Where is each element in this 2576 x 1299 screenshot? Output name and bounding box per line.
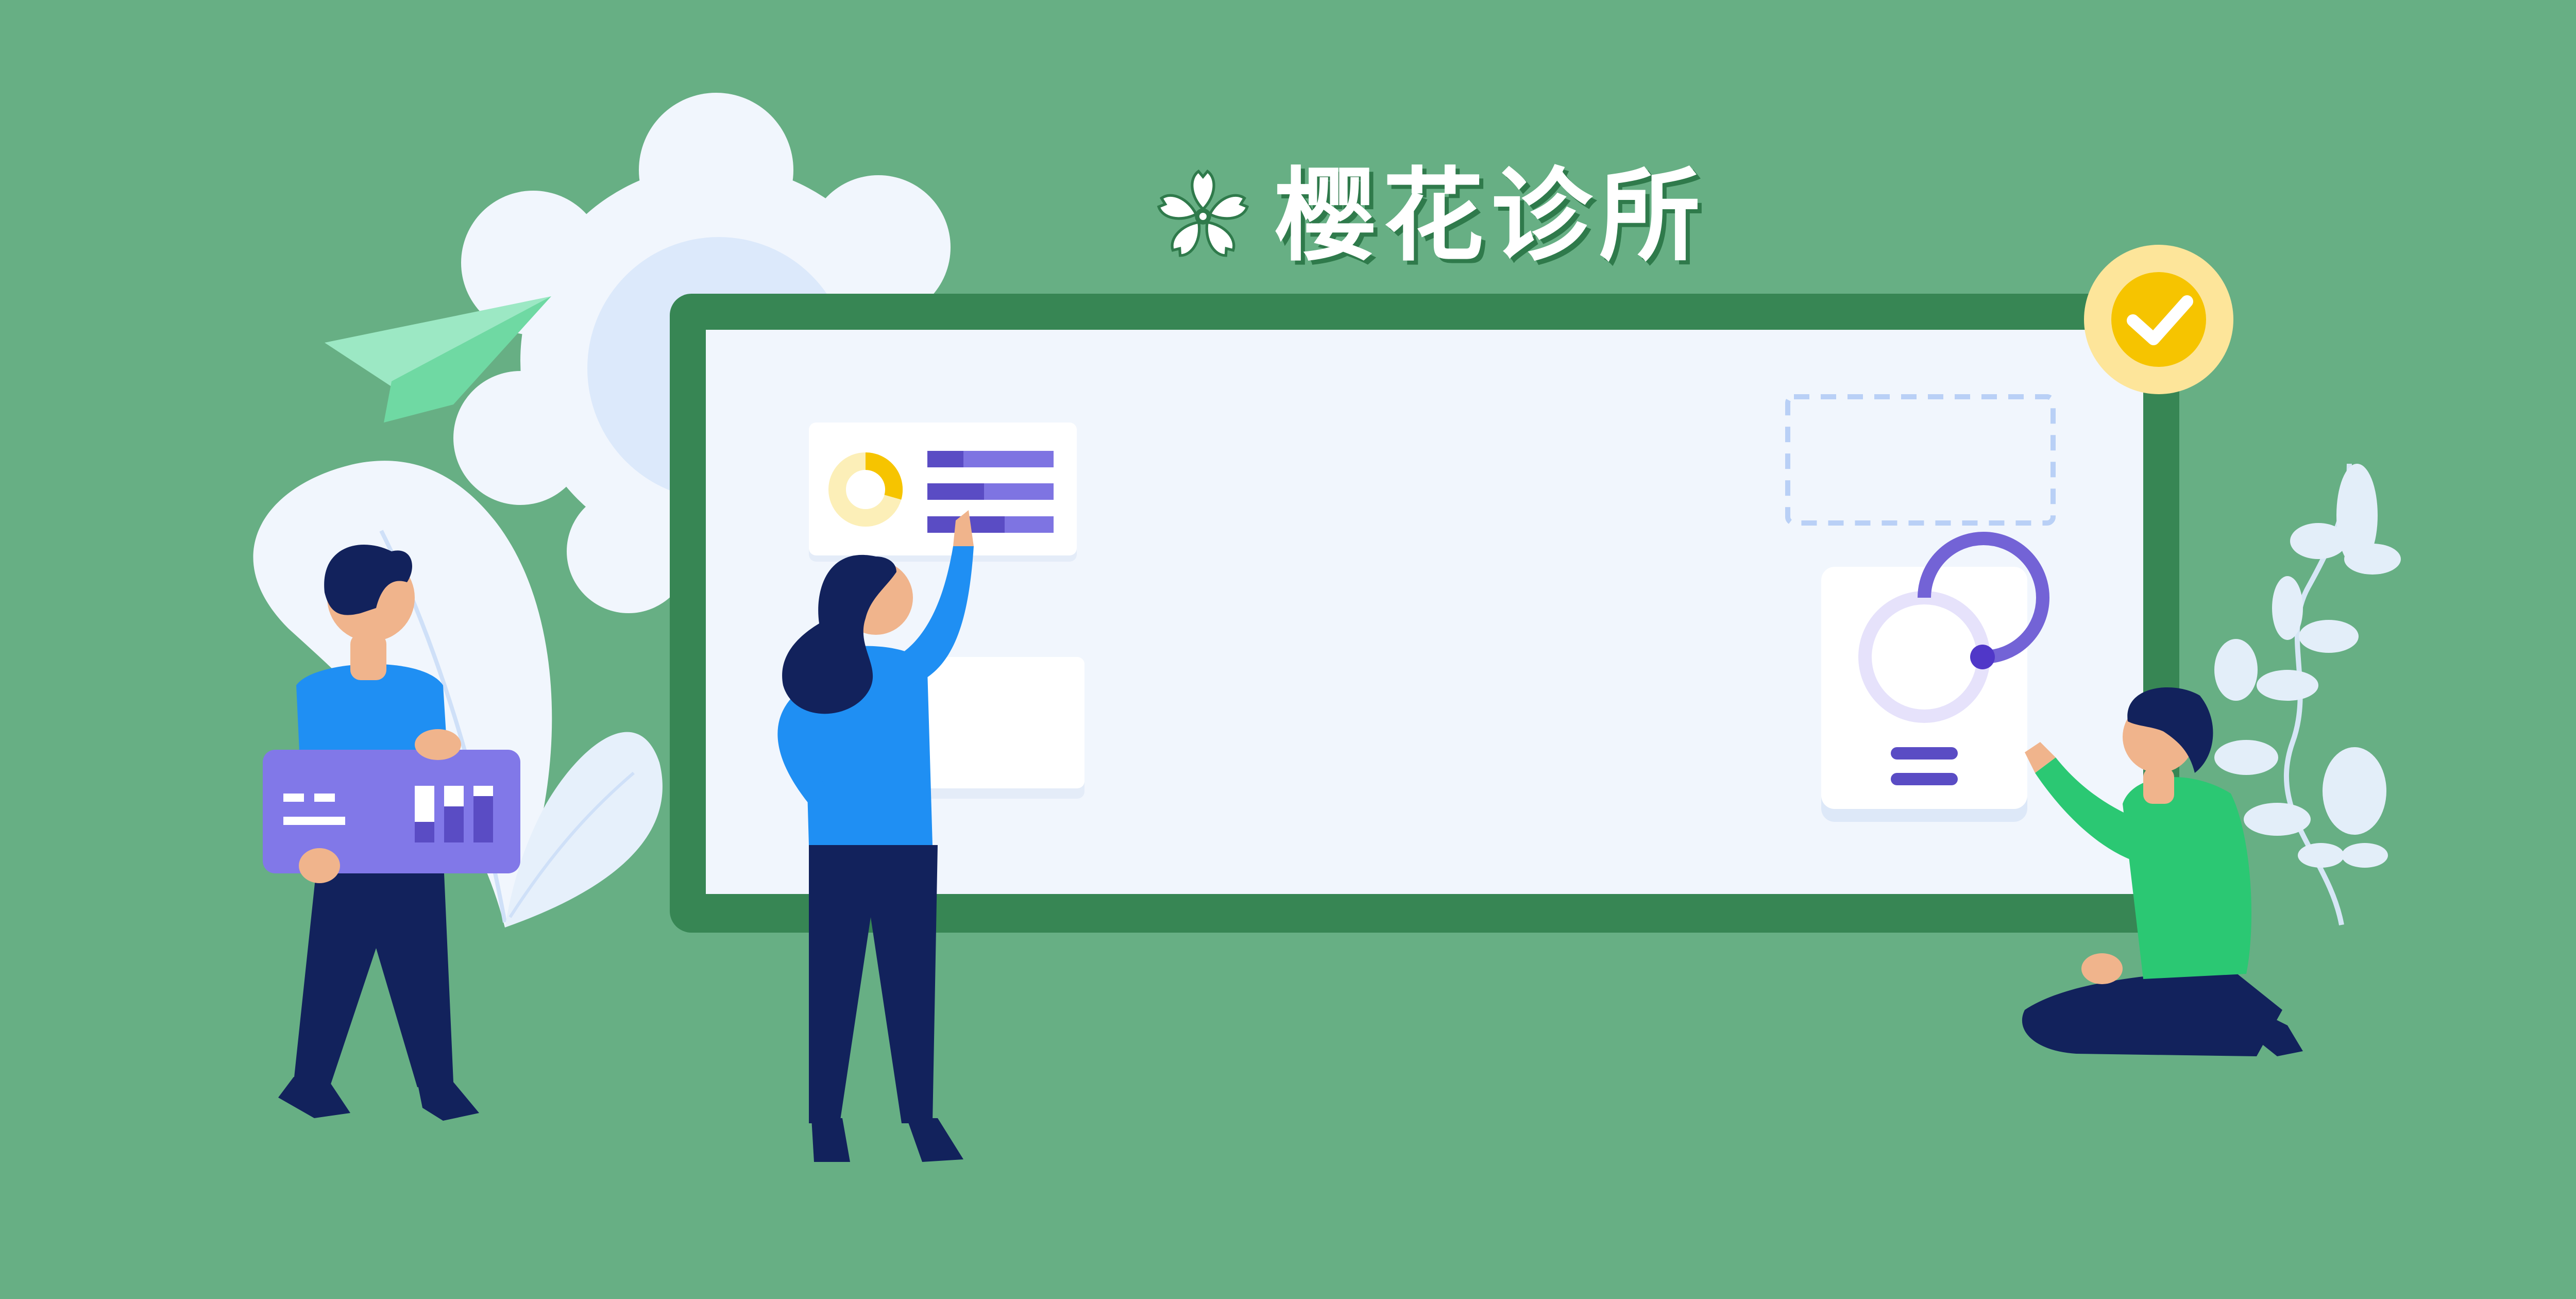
- blank-card: [907, 657, 1084, 799]
- progress-ring-card: [1821, 532, 2049, 822]
- brand-header: 樱花诊所: [1149, 149, 1707, 283]
- bar-chart-card: [809, 423, 1077, 562]
- brand-name: 樱花诊所: [1275, 158, 1708, 275]
- banner: 樱花诊所: [0, 0, 2576, 1299]
- check-badge-icon: [2084, 245, 2233, 394]
- sakura-flower-icon: [1157, 169, 1249, 257]
